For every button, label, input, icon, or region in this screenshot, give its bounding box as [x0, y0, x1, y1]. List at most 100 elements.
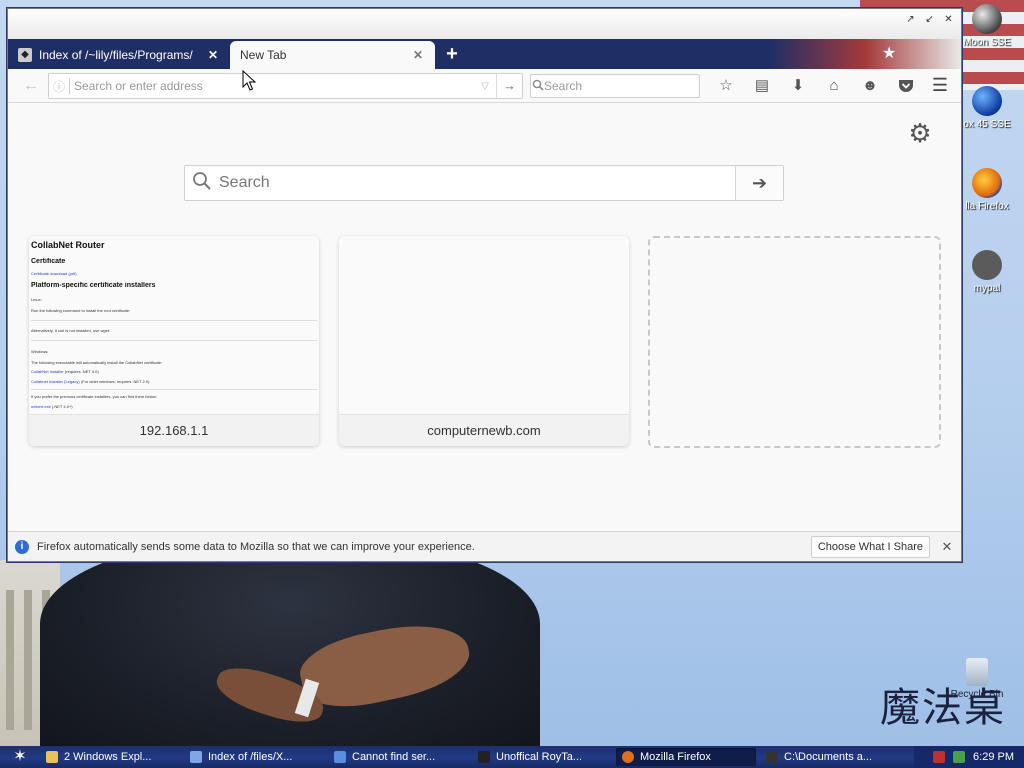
tab-strip: ◆ Index of /~lily/files/Programs/ ✕ New … [8, 39, 961, 69]
thumb-subheading: Certificate [31, 258, 66, 265]
desktop-icon-label: Moon SSE [963, 37, 1011, 48]
data-notification-bar: i Firefox automatically sends some data … [8, 531, 961, 561]
navigation-toolbar: ← ⓘ ▽ → ☆ ▤ ⬇ ⌂ ☻ ☰ [8, 69, 961, 103]
new-tab-page: ⚙ ➔ CollabNet Router Certificate Certifi… [8, 103, 961, 531]
tab-label: Index of /~lily/files/Programs/ [39, 48, 193, 62]
tile-thumbnail: CollabNet Router Certificate Certificate… [29, 236, 319, 414]
taskbar-item[interactable]: Unoffical RoyTa... [472, 748, 612, 766]
start-button[interactable]: ✶ [0, 746, 40, 768]
window-titlebar[interactable]: ↗ ↙ ✕ [8, 9, 961, 42]
search-icon [185, 171, 219, 196]
console-icon [478, 751, 490, 763]
thumb-rule [31, 340, 317, 341]
tile-thumbnail [339, 236, 629, 414]
hamburger-menu-icon[interactable]: ☰ [927, 74, 953, 98]
empty-tile-placeholder[interactable] [648, 236, 941, 448]
top-site-tile-1[interactable]: CollabNet Router Certificate Certificate… [29, 236, 319, 446]
desktop-icon-label: mypal [973, 283, 1001, 294]
pocket-icon[interactable] [888, 74, 924, 98]
mypal-icon [972, 250, 1002, 280]
minimize-icon[interactable]: ↗ [904, 13, 917, 26]
history-dropdown-icon[interactable]: ▽ [474, 81, 496, 92]
reading-list-icon[interactable]: ▤ [744, 74, 780, 98]
taskbar-item-label: 2 Windows Expl... [64, 751, 152, 763]
thumb-text: Run the following command to install the… [31, 308, 131, 313]
thumb-text: Linux: [31, 297, 42, 302]
bookmark-star-icon[interactable]: ☆ [708, 74, 744, 98]
moon-browser-icon [972, 4, 1002, 34]
shield-icon[interactable] [933, 751, 946, 763]
desktop-icon-firefox[interactable]: lla Firefox [956, 168, 1018, 212]
restore-icon[interactable]: ↙ [923, 13, 936, 26]
thumb-link-suffix: (For older windows, requires .NET 2.0) [79, 379, 150, 384]
desktop-icon-label: ox 45 SSE [963, 119, 1011, 130]
taskbar-item-label: Unoffical RoyTa... [496, 751, 583, 763]
close-tab-icon[interactable]: ✕ [206, 48, 220, 62]
thumb-link-suffix: (.NET 4.0+) [50, 404, 73, 409]
thumb-subheading: Platform-specific certificate installers [31, 282, 156, 289]
info-icon: i [15, 539, 29, 554]
firefox45-icon [972, 86, 1002, 116]
newtab-search-box[interactable]: ➔ [184, 165, 784, 201]
thumb-text-line: CollabNet Installer (requires .NET 4.0) [31, 369, 317, 374]
thumb-heading: CollabNet Router [31, 240, 105, 250]
command-prompt-icon [766, 751, 778, 763]
firefox-window: ↗ ↙ ✕ ◆ Index of /~lily/files/Programs/ … [7, 8, 962, 562]
mouse-cursor-icon [242, 70, 256, 91]
taskbar-item[interactable]: 2 Windows Expl... [40, 748, 180, 766]
site-info-icon[interactable]: ⓘ [49, 78, 69, 95]
choose-what-i-share-button[interactable]: Choose What I Share [810, 535, 930, 558]
tab-new-tab[interactable]: New Tab ✕ [230, 41, 435, 69]
download-icon[interactable]: ⬇ [780, 74, 816, 98]
thumb-text-line: Collabnet Installer (Legacy) (For older … [31, 379, 317, 384]
page-favicon-icon: ◆ [18, 48, 32, 62]
taskbar-item[interactable]: Index of /files/X... [184, 748, 324, 766]
taskbar-item[interactable]: C:\Documents a... [760, 748, 900, 766]
new-tab-button[interactable]: + [435, 41, 469, 69]
tab-label: New Tab [240, 48, 287, 62]
thumb-text: If you prefer the previous certificate i… [31, 394, 157, 399]
window-controls: ↗ ↙ ✕ [904, 13, 955, 26]
address-input[interactable] [74, 79, 474, 93]
go-arrow-icon[interactable]: → [496, 74, 522, 98]
address-bar[interactable]: ⓘ ▽ → [48, 73, 523, 99]
desktop-icon-mypal[interactable]: mypal [956, 250, 1018, 294]
search-go-arrow-icon[interactable]: ➔ [735, 166, 783, 200]
top-site-tile-2[interactable]: computernewb.com [339, 236, 629, 446]
taskbar-item-label: C:\Documents a... [784, 751, 873, 763]
taskbar-item-label: Cannot find ser... [352, 751, 436, 763]
taskbar-item-label: Index of /files/X... [208, 751, 293, 763]
thumb-link: Collabnet Installer (Legacy) [31, 379, 80, 384]
thumb-text-line: netcert.exe (.NET 4.0+) [31, 404, 317, 409]
back-arrow-icon[interactable]: ← [20, 75, 42, 97]
search-icon [531, 79, 544, 94]
smiley-feedback-icon[interactable]: ☻ [852, 74, 888, 98]
firefox-icon [622, 751, 634, 763]
home-icon[interactable]: ⌂ [816, 74, 852, 98]
thumb-link-suffix: (requires .NET 4.0) [63, 369, 99, 374]
close-notification-icon[interactable]: ✕ [940, 539, 954, 555]
taskbar: ✶ 2 Windows Expl... Index of /files/X...… [0, 746, 1024, 768]
close-window-icon[interactable]: ✕ [942, 13, 955, 26]
tile-title: computernewb.com [339, 414, 629, 446]
ie-icon [334, 751, 346, 763]
desktop-icon-moon[interactable]: Moon SSE [956, 4, 1018, 48]
desktop-icon-firefox45[interactable]: ox 45 SSE [956, 86, 1018, 130]
thumb-link: CollabNet Installer [31, 369, 64, 374]
taskbar-item-active[interactable]: Mozilla Firefox [616, 748, 756, 766]
taskbar-item[interactable]: Cannot find ser... [328, 748, 468, 766]
wallpaper-logo: 魔法桌面 [880, 685, 1006, 746]
search-bar[interactable] [530, 74, 700, 98]
tab-index-of-programs[interactable]: ◆ Index of /~lily/files/Programs/ ✕ [8, 41, 230, 69]
search-input[interactable] [544, 79, 699, 93]
thumb-text: Alternatively, if curl is not installed,… [31, 328, 111, 333]
thumb-rule [31, 389, 317, 390]
taskbar-item-label: Mozilla Firefox [640, 751, 711, 763]
system-tray: 6:29 PM [914, 746, 1024, 768]
thumb-text: The following executable will automatica… [31, 360, 163, 365]
folder-icon [46, 751, 58, 763]
newtab-search-input[interactable] [219, 174, 735, 192]
network-icon[interactable] [953, 751, 966, 763]
close-tab-icon[interactable]: ✕ [411, 48, 425, 62]
gear-icon[interactable]: ⚙ [906, 119, 934, 147]
